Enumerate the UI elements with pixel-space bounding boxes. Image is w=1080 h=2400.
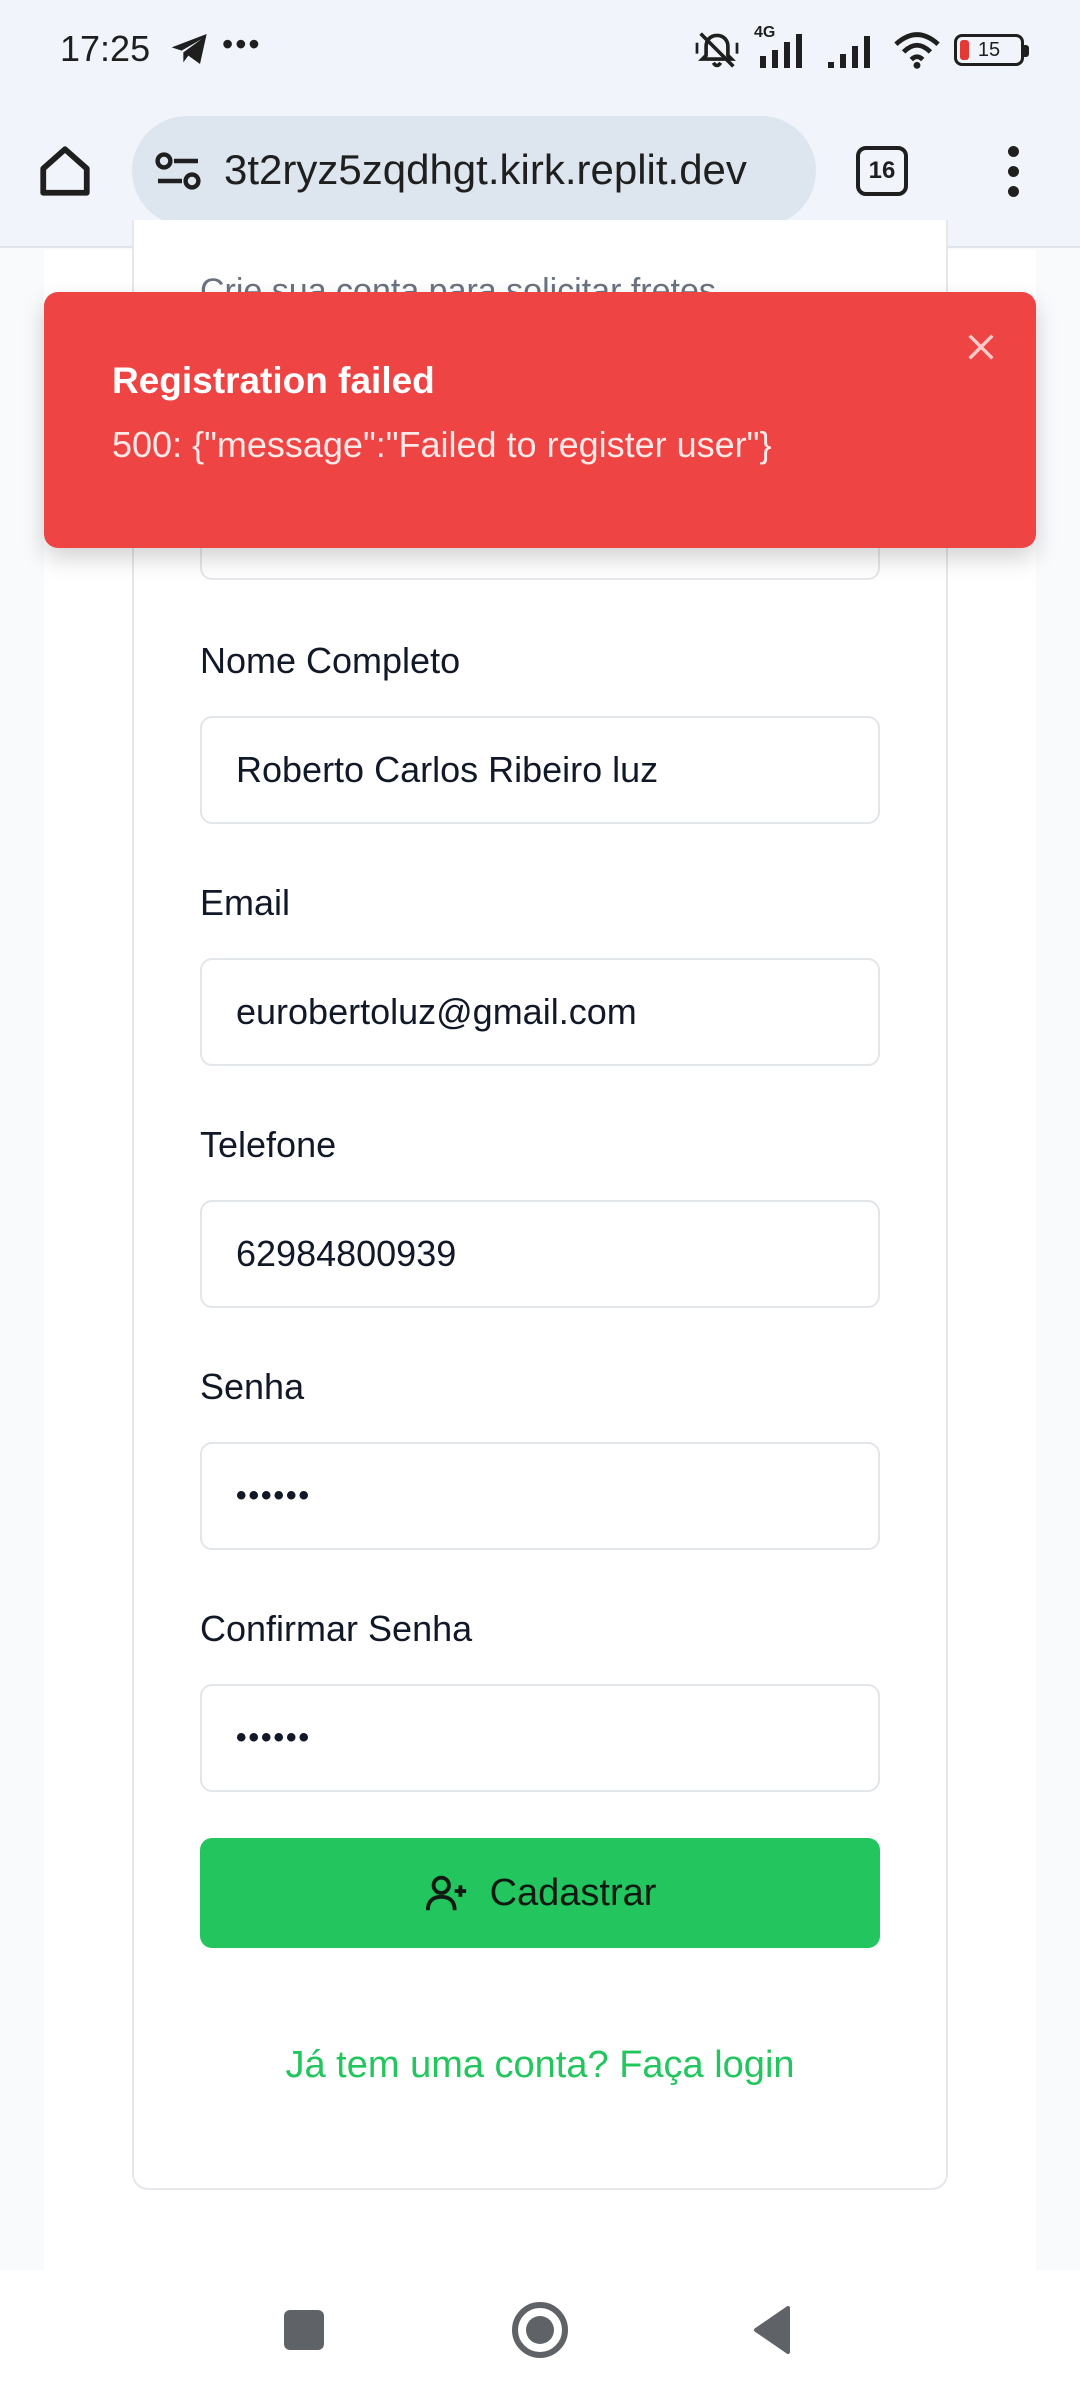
password-value: ••••••: [236, 1479, 312, 1512]
signal-icon-2: [828, 36, 870, 68]
register-button[interactable]: Cadastrar: [200, 1838, 880, 1948]
status-bar: 17:25 ••• 4G 15: [0, 0, 1080, 100]
site-settings-icon[interactable]: [154, 150, 202, 192]
more-dots-icon: •••: [222, 26, 262, 62]
status-time: 17:25: [60, 28, 151, 69]
password-input[interactable]: ••••••: [200, 1442, 880, 1550]
back-icon[interactable]: [752, 2306, 792, 2354]
network-type: 4G: [754, 24, 776, 41]
browser-menu-icon[interactable]: [1000, 146, 1026, 200]
email-value: eurobertoluz@gmail.com: [236, 991, 637, 1032]
email-input[interactable]: eurobertoluz@gmail.com: [200, 958, 880, 1066]
toast-title: Registration failed: [112, 360, 435, 401]
login-link[interactable]: Já tem uma conta? Faça login: [0, 2044, 1080, 2087]
recents-button[interactable]: [284, 2310, 324, 2350]
home-icon[interactable]: [36, 142, 94, 200]
full-name-input[interactable]: Roberto Carlos Ribeiro luz: [200, 716, 880, 824]
address-bar[interactable]: 3t2ryz5zqdhgt.kirk.replit.dev: [132, 116, 816, 226]
battery-icon: 15: [954, 34, 1029, 66]
signal-icon: 4G: [754, 24, 812, 70]
error-toast: Registration failed 500: {"message":"Fai…: [44, 292, 1036, 548]
confirm-password-value: ••••••: [236, 1721, 312, 1754]
vibrate-mute-icon: [695, 32, 739, 68]
status-icons: 4G 15: [694, 24, 1029, 72]
label-email: Email: [200, 882, 291, 923]
tab-switcher-button[interactable]: 16: [856, 146, 908, 196]
label-senha: Senha: [200, 1366, 305, 1407]
close-icon[interactable]: [964, 330, 998, 364]
home-button[interactable]: [512, 2302, 568, 2358]
telegram-icon: [171, 34, 207, 64]
phone-input[interactable]: 62984800939: [200, 1200, 880, 1308]
battery-level: 15: [977, 38, 1001, 61]
wifi-icon: [894, 32, 940, 69]
full-name-value: Roberto Carlos Ribeiro luz: [236, 749, 659, 790]
label-nome-completo: Nome Completo: [200, 640, 461, 681]
tab-count: 16: [868, 157, 896, 184]
system-nav-bar: [0, 2270, 1080, 2400]
label-telefone: Telefone: [200, 1124, 337, 1165]
label-confirmar-senha: Confirmar Senha: [200, 1608, 473, 1649]
user-plus-icon: [425, 1875, 466, 1911]
url-text: 3t2ryz5zqdhgt.kirk.replit.dev: [224, 146, 747, 193]
register-button-label: Cadastrar: [489, 1871, 657, 1914]
phone-value: 62984800939: [236, 1233, 457, 1274]
toast-message: 500: {"message":"Failed to register user…: [112, 424, 772, 465]
confirm-password-input[interactable]: ••••••: [200, 1684, 880, 1792]
